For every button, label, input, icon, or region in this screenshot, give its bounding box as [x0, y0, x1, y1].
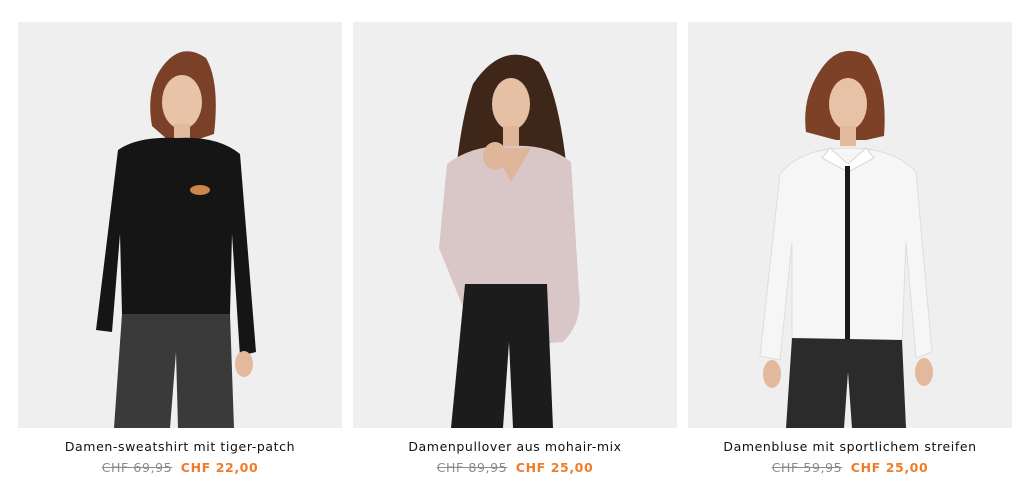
- product-title[interactable]: Damenpullover aus mohair-mix: [408, 439, 621, 454]
- sale-price: CHF 25,00: [850, 460, 929, 475]
- product-title[interactable]: Damen-sweatshirt mit tiger-patch: [65, 439, 295, 454]
- price-row: CHF 59,95 CHF 25,00: [772, 460, 929, 475]
- price-row: CHF 89,95 CHF 25,00: [437, 460, 594, 475]
- product-card[interactable]: Damen-sweatshirt mit tiger-patch CHF 69,…: [18, 22, 342, 475]
- original-price: CHF 69,95: [101, 460, 173, 475]
- model-photo-pullover: [439, 54, 580, 428]
- sale-price: CHF 22,00: [180, 460, 259, 475]
- product-grid: Damen-sweatshirt mit tiger-patch CHF 69,…: [18, 22, 1012, 475]
- original-price: CHF 89,95: [436, 460, 508, 475]
- product-image[interactable]: [18, 22, 342, 428]
- product-image[interactable]: [688, 22, 1012, 428]
- model-photo-blouse: [759, 50, 933, 428]
- sale-price: CHF 25,00: [515, 460, 594, 475]
- original-price: CHF 59,95: [771, 460, 843, 475]
- product-image[interactable]: [353, 22, 677, 428]
- product-card[interactable]: Damenpullover aus mohair-mix CHF 89,95 C…: [353, 22, 677, 475]
- product-title[interactable]: Damenbluse mit sportlichem streifen: [723, 439, 976, 454]
- model-photo-sweatshirt: [96, 51, 256, 428]
- price-row: CHF 69,95 CHF 22,00: [102, 460, 259, 475]
- product-card[interactable]: Damenbluse mit sportlichem streifen CHF …: [688, 22, 1012, 475]
